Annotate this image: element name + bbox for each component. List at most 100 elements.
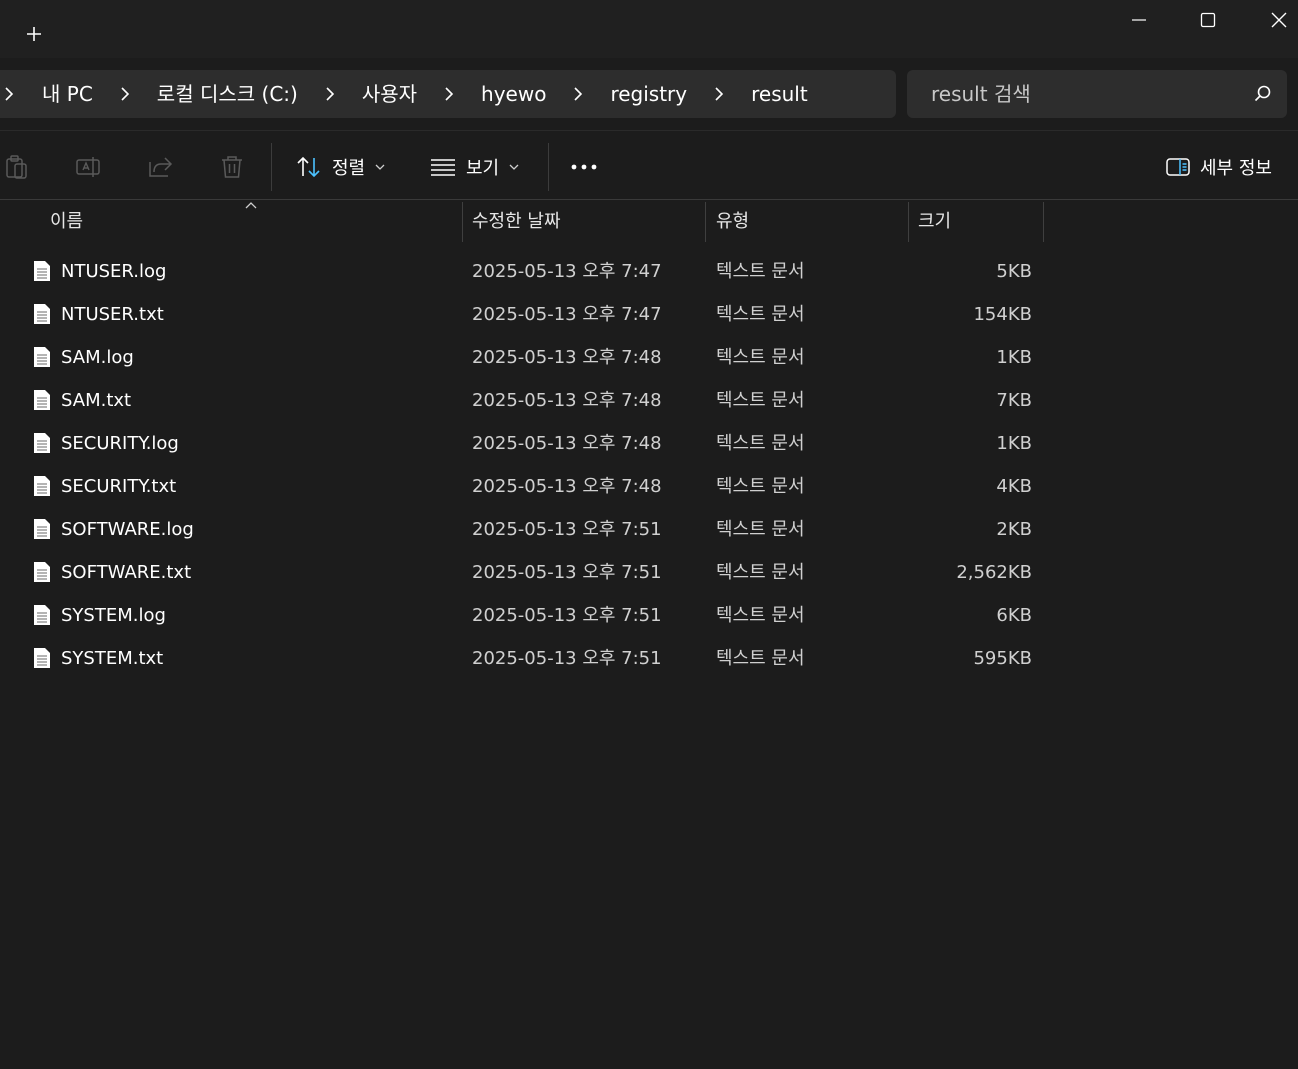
file-size: 1KB xyxy=(996,433,1032,454)
file-list: NTUSER.log 2025-05-13 오후 7:47 텍스트 문서 5KB… xyxy=(0,250,1298,680)
file-modified: 2025-05-13 오후 7:51 xyxy=(472,605,662,626)
file-modified: 2025-05-13 오후 7:51 xyxy=(472,562,662,583)
command-bar: 정렬 보기 세부 정보 xyxy=(0,130,1298,200)
view-label: 보기 xyxy=(466,158,500,179)
text-file-icon xyxy=(34,476,50,496)
file-size: 5KB xyxy=(996,261,1032,282)
column-header-name[interactable]: 이름 xyxy=(50,202,83,242)
file-name: NTUSER.log xyxy=(61,261,167,282)
file-size: 6KB xyxy=(996,605,1032,626)
maximize-icon xyxy=(1200,12,1216,28)
file-type: 텍스트 문서 xyxy=(716,390,805,411)
text-file-icon xyxy=(34,519,50,539)
sort-label: 정렬 xyxy=(332,158,366,179)
rename-icon xyxy=(76,157,100,177)
file-row[interactable]: SOFTWARE.log 2025-05-13 오후 7:51 텍스트 문서 2… xyxy=(0,508,1298,551)
column-header-size[interactable]: 크기 xyxy=(918,202,951,242)
view-button[interactable]: 보기 xyxy=(430,147,519,187)
file-modified: 2025-05-13 오후 7:51 xyxy=(472,519,662,540)
maximize-button[interactable] xyxy=(1185,4,1231,36)
rename-button[interactable] xyxy=(74,153,102,181)
file-modified: 2025-05-13 오후 7:48 xyxy=(472,476,662,497)
file-name: SOFTWARE.txt xyxy=(61,562,192,583)
text-file-icon xyxy=(34,605,50,625)
toolbar-divider xyxy=(548,143,549,191)
breadcrumb[interactable]: 내 PC 로컬 디스크 (C:) 사용자 hyewo registry resu… xyxy=(0,70,896,118)
sort-icon xyxy=(297,156,320,178)
chevron-right-icon[interactable] xyxy=(95,70,155,118)
column-header-type[interactable]: 유형 xyxy=(716,202,749,242)
file-row[interactable]: SAM.log 2025-05-13 오후 7:48 텍스트 문서 1KB xyxy=(0,336,1298,379)
text-file-icon xyxy=(34,261,50,281)
column-header-modified[interactable]: 수정한 날짜 xyxy=(472,202,561,242)
file-modified: 2025-05-13 오후 7:48 xyxy=(472,390,662,411)
file-modified: 2025-05-13 오후 7:48 xyxy=(472,347,662,368)
file-row[interactable]: SYSTEM.txt 2025-05-13 오후 7:51 텍스트 문서 595… xyxy=(0,637,1298,680)
text-file-icon xyxy=(34,304,50,324)
close-icon xyxy=(1271,12,1287,28)
file-size: 2KB xyxy=(996,519,1032,540)
chevron-right-icon[interactable] xyxy=(300,70,360,118)
address-row: 내 PC 로컬 디스크 (C:) 사용자 hyewo registry resu… xyxy=(0,58,1298,130)
file-row[interactable]: SAM.txt 2025-05-13 오후 7:48 텍스트 문서 7KB xyxy=(0,379,1298,422)
text-file-icon xyxy=(34,433,50,453)
minimize-button[interactable] xyxy=(1116,4,1162,36)
chevron-right-icon[interactable] xyxy=(548,70,608,118)
file-name: SOFTWARE.log xyxy=(61,519,194,540)
more-icon xyxy=(571,164,597,170)
share-icon xyxy=(149,157,173,177)
file-name: SECURITY.txt xyxy=(61,476,177,497)
delete-button[interactable] xyxy=(218,153,246,181)
file-name: SYSTEM.log xyxy=(61,605,166,626)
sort-ascending-icon xyxy=(245,202,257,209)
breadcrumb-item-users[interactable]: 사용자 xyxy=(360,70,419,118)
file-row[interactable]: SOFTWARE.txt 2025-05-13 오후 7:51 텍스트 문서 2… xyxy=(0,551,1298,594)
details-pane-button[interactable]: 세부 정보 xyxy=(1166,147,1272,187)
file-name: NTUSER.txt xyxy=(61,304,164,325)
file-modified: 2025-05-13 오후 7:48 xyxy=(472,433,662,454)
text-file-icon xyxy=(34,347,50,367)
file-type: 텍스트 문서 xyxy=(716,648,805,669)
close-button[interactable] xyxy=(1256,4,1298,36)
file-type: 텍스트 문서 xyxy=(716,261,805,282)
column-divider[interactable] xyxy=(1043,202,1044,242)
search-icon[interactable] xyxy=(1253,84,1273,104)
file-row[interactable]: SECURITY.log 2025-05-13 오후 7:48 텍스트 문서 1… xyxy=(0,422,1298,465)
file-size: 4KB xyxy=(996,476,1032,497)
file-name: SYSTEM.txt xyxy=(61,648,164,669)
new-tab-button[interactable] xyxy=(20,20,48,48)
file-size: 7KB xyxy=(996,390,1032,411)
file-modified: 2025-05-13 오후 7:51 xyxy=(472,648,662,669)
column-divider[interactable] xyxy=(705,202,706,242)
chevron-right-icon[interactable] xyxy=(689,70,749,118)
copy-button[interactable] xyxy=(2,153,30,181)
breadcrumb-item-registry[interactable]: registry xyxy=(608,70,689,118)
file-type: 텍스트 문서 xyxy=(716,605,805,626)
file-row[interactable]: NTUSER.log 2025-05-13 오후 7:47 텍스트 문서 5KB xyxy=(0,250,1298,293)
breadcrumb-item-hyewo[interactable]: hyewo xyxy=(479,70,548,118)
breadcrumb-item-this-pc[interactable]: 내 PC xyxy=(40,70,95,118)
file-row[interactable]: NTUSER.txt 2025-05-13 오후 7:47 텍스트 문서 154… xyxy=(0,293,1298,336)
file-type: 텍스트 문서 xyxy=(716,304,805,325)
file-row[interactable]: SECURITY.txt 2025-05-13 오후 7:48 텍스트 문서 4… xyxy=(0,465,1298,508)
breadcrumb-item-result[interactable]: result xyxy=(749,70,810,118)
breadcrumb-item-local-disk[interactable]: 로컬 디스크 (C:) xyxy=(155,70,300,118)
file-row[interactable]: SYSTEM.log 2025-05-13 오후 7:51 텍스트 문서 6KB xyxy=(0,594,1298,637)
copy-icon xyxy=(6,155,27,179)
chevron-down-icon xyxy=(375,164,385,170)
sort-button[interactable]: 정렬 xyxy=(296,147,385,187)
text-file-icon xyxy=(34,562,50,582)
column-divider[interactable] xyxy=(462,202,463,242)
column-divider[interactable] xyxy=(908,202,909,242)
chevron-right-icon[interactable] xyxy=(419,70,479,118)
file-size: 1KB xyxy=(996,347,1032,368)
more-options-button[interactable] xyxy=(570,153,598,181)
file-type: 텍스트 문서 xyxy=(716,347,805,368)
file-type: 텍스트 문서 xyxy=(716,562,805,583)
file-size: 595KB xyxy=(973,648,1032,669)
chevron-right-icon[interactable] xyxy=(0,70,18,118)
share-button[interactable] xyxy=(146,153,174,181)
toolbar-divider xyxy=(271,143,272,191)
search-placeholder: result 검색 xyxy=(931,82,1031,106)
search-input[interactable]: result 검색 xyxy=(907,70,1287,118)
